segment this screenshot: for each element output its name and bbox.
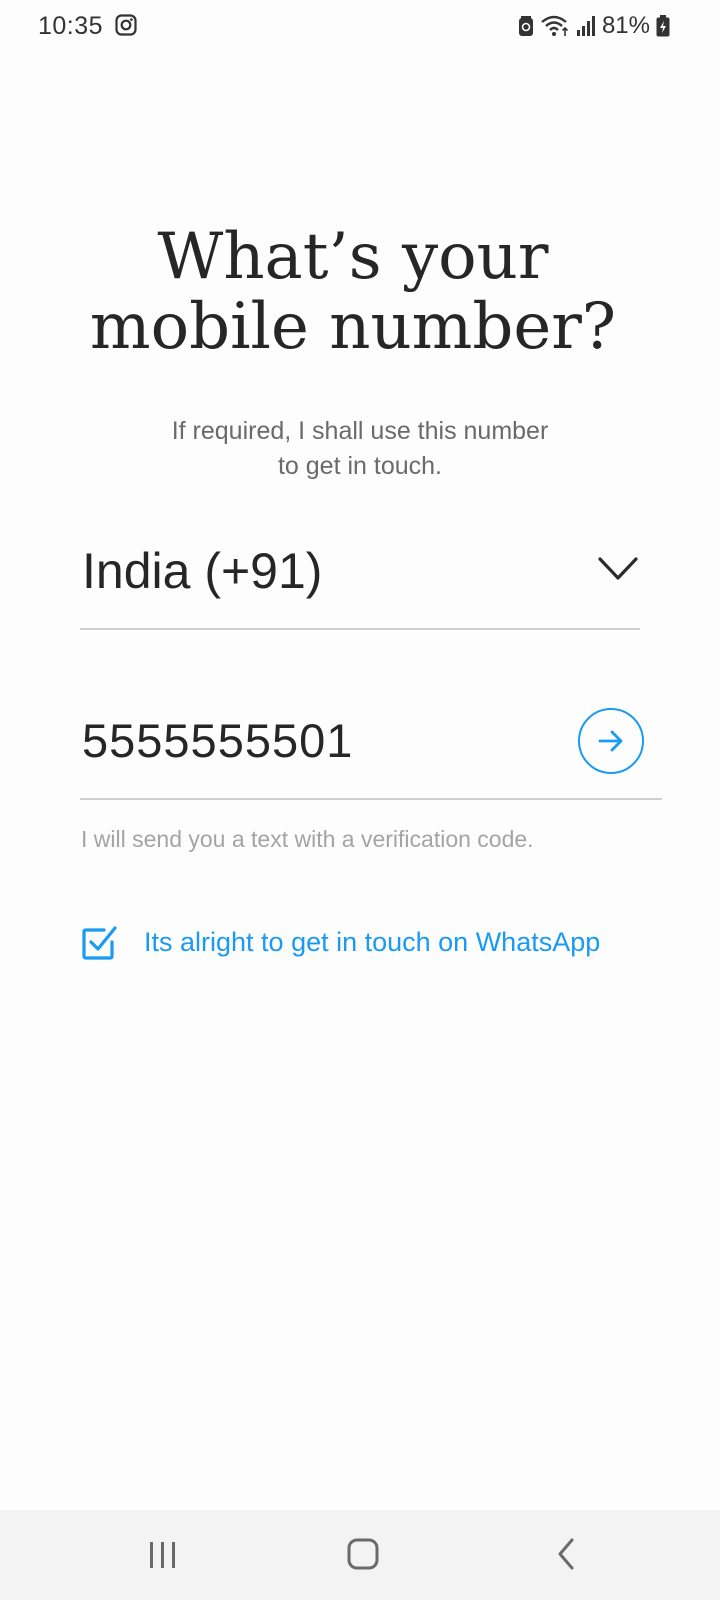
submit-button[interactable] [578, 708, 644, 774]
status-bar: 10:35 81% [0, 0, 720, 54]
recents-icon [133, 1530, 193, 1580]
arrow-right-icon [580, 723, 642, 759]
back-button[interactable] [536, 1530, 596, 1580]
home-icon [333, 1530, 393, 1580]
title-line-1: What’s your [157, 220, 549, 294]
instagram-icon [115, 14, 137, 36]
country-select[interactable]: India (+91) [80, 528, 640, 630]
checkbox-checked-icon[interactable] [80, 922, 120, 962]
title-line-2: mobile number? [89, 290, 617, 364]
battery-saver-icon [518, 15, 534, 37]
phone-number-input[interactable] [82, 707, 542, 773]
battery-icon [656, 15, 670, 37]
subtitle: If required, I shall use this number to … [0, 414, 720, 484]
navigation-bar [0, 1510, 720, 1600]
recents-button[interactable] [133, 1530, 193, 1580]
back-icon [536, 1530, 596, 1580]
wifi-icon [540, 14, 570, 38]
battery-percentage: 81% [601, 12, 650, 39]
status-icons: 81% [518, 12, 670, 40]
whatsapp-consent-checkbox[interactable]: Its alright to get in touch on WhatsApp [80, 922, 600, 962]
signal-icon [576, 15, 596, 37]
page-title: What’s your mobile number? [0, 222, 706, 362]
subtitle-line-1: If required, I shall use this number [171, 417, 549, 445]
country-value: India (+91) [82, 543, 323, 599]
subtitle-line-2: to get in touch. [277, 452, 442, 480]
whatsapp-consent-label: Its alright to get in touch on WhatsApp [144, 926, 601, 957]
status-time: 10:35 [38, 12, 104, 40]
home-button[interactable] [333, 1530, 393, 1580]
phone-field [80, 695, 662, 800]
chevron-down-icon [596, 554, 640, 584]
helper-text: I will send you a text with a verificati… [81, 826, 534, 852]
